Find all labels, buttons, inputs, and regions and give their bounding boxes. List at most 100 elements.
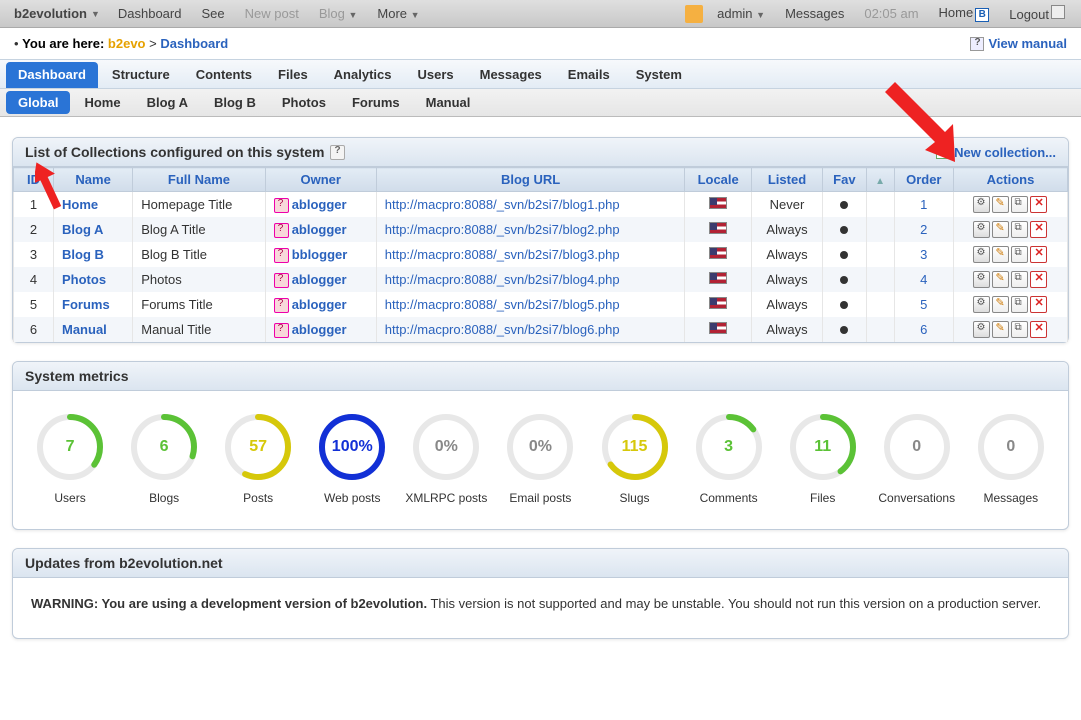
tab-files[interactable]: Files bbox=[266, 62, 320, 88]
tab-structure[interactable]: Structure bbox=[100, 62, 182, 88]
cell-owner[interactable]: ablogger bbox=[265, 292, 376, 317]
edit-icon[interactable] bbox=[992, 196, 1009, 213]
edit-icon[interactable] bbox=[992, 296, 1009, 313]
breadcrumb-root[interactable]: b2evo bbox=[108, 36, 146, 51]
clone-icon[interactable] bbox=[1011, 196, 1028, 213]
topbar-more[interactable]: More ▼ bbox=[367, 6, 429, 21]
cell-name[interactable]: Manual bbox=[54, 317, 133, 342]
metric-email-posts[interactable]: 0%Email posts bbox=[495, 411, 585, 505]
clone-icon[interactable] bbox=[1011, 271, 1028, 288]
col-header[interactable]: Blog URL bbox=[376, 168, 685, 192]
col-header[interactable]: ▲ bbox=[866, 168, 894, 192]
topbar-see[interactable]: See bbox=[191, 6, 234, 21]
properties-icon[interactable] bbox=[973, 296, 990, 313]
delete-icon[interactable] bbox=[1030, 271, 1047, 288]
cell-url[interactable]: http://macpro:8088/_svn/b2si7/blog4.php bbox=[376, 267, 685, 292]
delete-icon[interactable] bbox=[1030, 246, 1047, 263]
col-header[interactable]: Listed bbox=[751, 168, 822, 192]
metric-files[interactable]: 11Files bbox=[778, 411, 868, 505]
tab-system[interactable]: System bbox=[624, 62, 694, 88]
clone-icon[interactable] bbox=[1011, 296, 1028, 313]
edit-icon[interactable] bbox=[992, 221, 1009, 238]
metric-comments[interactable]: 3Comments bbox=[684, 411, 774, 505]
col-header[interactable]: Fav bbox=[823, 168, 866, 192]
properties-icon[interactable] bbox=[973, 246, 990, 263]
col-header[interactable]: Actions bbox=[953, 168, 1067, 192]
properties-icon[interactable] bbox=[973, 221, 990, 238]
col-header[interactable]: Order bbox=[894, 168, 953, 192]
cell-name[interactable]: Blog B bbox=[54, 242, 133, 267]
tab-users[interactable]: Users bbox=[405, 62, 465, 88]
topbar-messages[interactable]: Messages bbox=[775, 6, 854, 21]
tab-emails[interactable]: Emails bbox=[556, 62, 622, 88]
delete-icon[interactable] bbox=[1030, 221, 1047, 238]
cell-owner[interactable]: ablogger bbox=[265, 267, 376, 292]
cell-fav[interactable] bbox=[823, 217, 866, 242]
metric-web-posts[interactable]: 100%Web posts bbox=[307, 411, 397, 505]
cell-owner[interactable]: ablogger bbox=[265, 217, 376, 242]
cell-fav[interactable] bbox=[823, 242, 866, 267]
cell-fav[interactable] bbox=[823, 192, 866, 218]
tab-analytics[interactable]: Analytics bbox=[322, 62, 404, 88]
cell-order[interactable]: 6 bbox=[894, 317, 953, 342]
view-manual-link[interactable]: View manual bbox=[970, 36, 1067, 51]
subtab-home[interactable]: Home bbox=[72, 91, 132, 114]
metric-users[interactable]: 7Users bbox=[25, 411, 115, 505]
tab-contents[interactable]: Contents bbox=[184, 62, 264, 88]
col-header[interactable]: Full Name bbox=[133, 168, 265, 192]
clone-icon[interactable] bbox=[1011, 321, 1028, 338]
subtab-blog-a[interactable]: Blog A bbox=[135, 91, 200, 114]
col-header[interactable]: ID bbox=[14, 168, 54, 192]
cell-fav[interactable] bbox=[823, 317, 866, 342]
cell-url[interactable]: http://macpro:8088/_svn/b2si7/blog2.php bbox=[376, 217, 685, 242]
cell-owner[interactable]: bblogger bbox=[265, 242, 376, 267]
edit-icon[interactable] bbox=[992, 271, 1009, 288]
cell-order[interactable]: 2 bbox=[894, 217, 953, 242]
owner-help-icon[interactable] bbox=[274, 248, 289, 263]
owner-help-icon[interactable] bbox=[274, 223, 289, 238]
cell-owner[interactable]: ablogger bbox=[265, 317, 376, 342]
brand-menu[interactable]: b2evolution ▼ bbox=[6, 6, 108, 21]
topbar-admin[interactable]: admin ▼ bbox=[707, 6, 775, 21]
help-icon[interactable] bbox=[330, 145, 345, 160]
edit-icon[interactable] bbox=[992, 321, 1009, 338]
metric-xmlrpc-posts[interactable]: 0%XMLRPC posts bbox=[401, 411, 491, 505]
metric-conversations[interactable]: 0Conversations bbox=[872, 411, 962, 505]
owner-help-icon[interactable] bbox=[274, 323, 289, 338]
breadcrumb-current[interactable]: Dashboard bbox=[160, 36, 228, 51]
cell-name[interactable]: Forums bbox=[54, 292, 133, 317]
clone-icon[interactable] bbox=[1011, 246, 1028, 263]
topbar-blog[interactable]: Blog ▼ bbox=[309, 6, 368, 21]
topbar-logout[interactable]: Logout bbox=[999, 5, 1075, 22]
properties-icon[interactable] bbox=[973, 271, 990, 288]
new-collection-link[interactable]: New collection... bbox=[936, 145, 1056, 160]
owner-help-icon[interactable] bbox=[274, 198, 289, 213]
subtab-blog-b[interactable]: Blog B bbox=[202, 91, 268, 114]
cell-owner[interactable]: ablogger bbox=[265, 192, 376, 218]
tab-dashboard[interactable]: Dashboard bbox=[6, 62, 98, 88]
delete-icon[interactable] bbox=[1030, 321, 1047, 338]
cell-order[interactable]: 1 bbox=[894, 192, 953, 218]
cell-name[interactable]: Blog A bbox=[54, 217, 133, 242]
cell-name[interactable]: Home bbox=[54, 192, 133, 218]
topbar-dashboard[interactable]: Dashboard bbox=[108, 6, 192, 21]
cell-order[interactable]: 5 bbox=[894, 292, 953, 317]
cell-url[interactable]: http://macpro:8088/_svn/b2si7/blog3.php bbox=[376, 242, 685, 267]
cell-fav[interactable] bbox=[823, 267, 866, 292]
properties-icon[interactable] bbox=[973, 196, 990, 213]
properties-icon[interactable] bbox=[973, 321, 990, 338]
subtab-forums[interactable]: Forums bbox=[340, 91, 412, 114]
cell-fav[interactable] bbox=[823, 292, 866, 317]
owner-help-icon[interactable] bbox=[274, 298, 289, 313]
cell-order[interactable]: 4 bbox=[894, 267, 953, 292]
delete-icon[interactable] bbox=[1030, 296, 1047, 313]
clone-icon[interactable] bbox=[1011, 221, 1028, 238]
delete-icon[interactable] bbox=[1030, 196, 1047, 213]
metric-messages[interactable]: 0Messages bbox=[966, 411, 1056, 505]
cell-url[interactable]: http://macpro:8088/_svn/b2si7/blog1.php bbox=[376, 192, 685, 218]
edit-icon[interactable] bbox=[992, 246, 1009, 263]
owner-help-icon[interactable] bbox=[274, 273, 289, 288]
cell-order[interactable]: 3 bbox=[894, 242, 953, 267]
metric-posts[interactable]: 57Posts bbox=[213, 411, 303, 505]
col-header[interactable]: Locale bbox=[685, 168, 751, 192]
